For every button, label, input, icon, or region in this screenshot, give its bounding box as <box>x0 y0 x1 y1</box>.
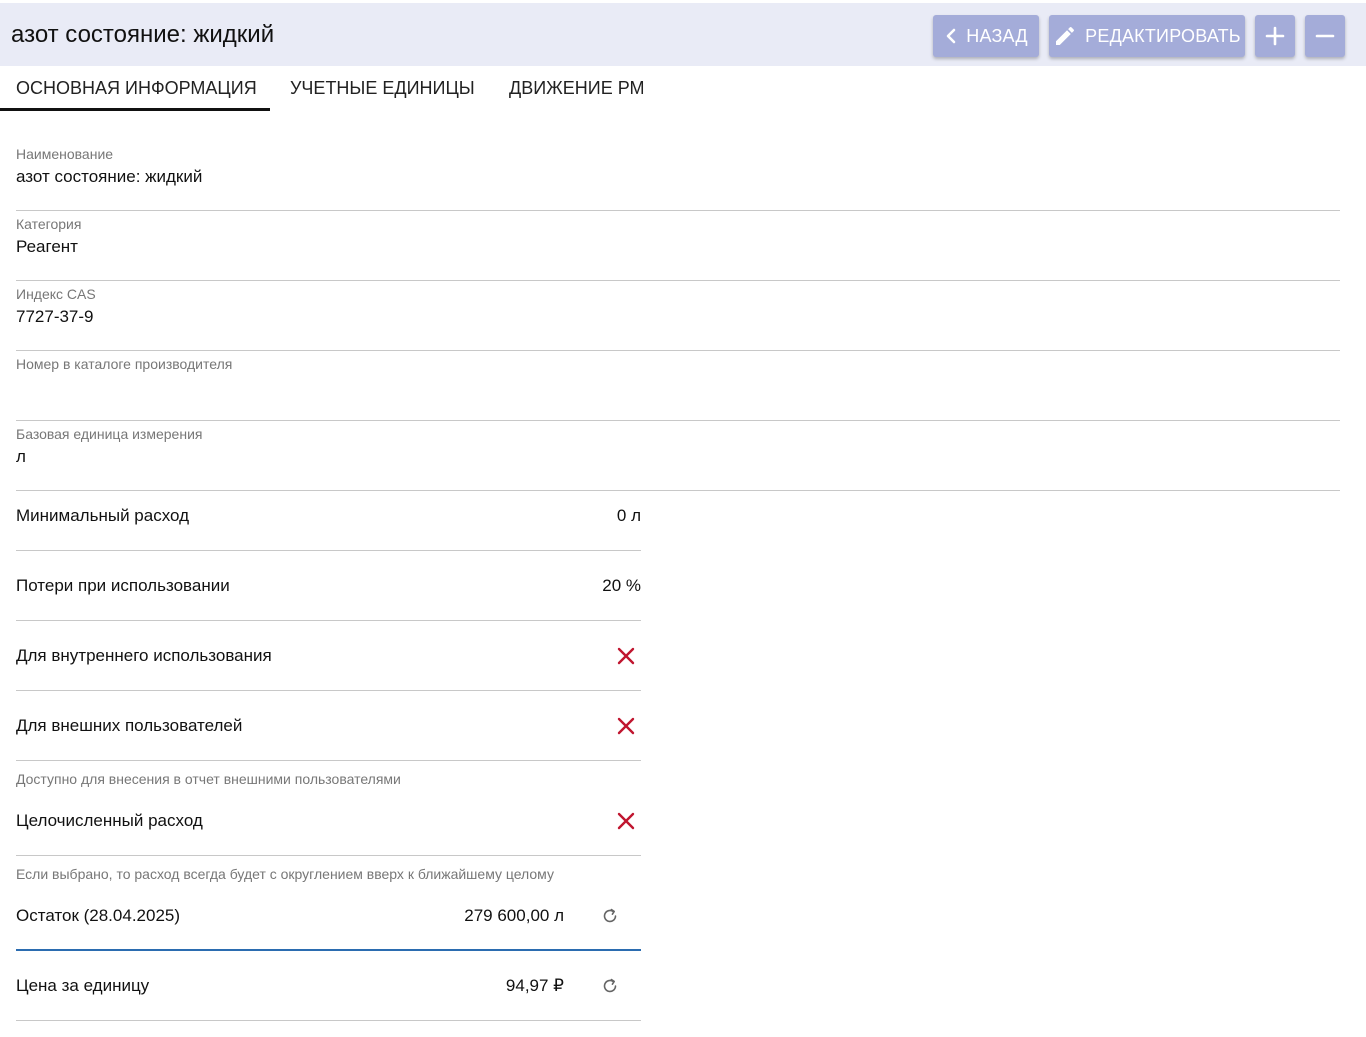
tab-accounting-units[interactable]: УЧЕТНЫЕ ЕДИНИЦЫ <box>290 78 475 99</box>
field-catalog-number: Номер в каталоге производителя <box>16 351 1340 421</box>
refresh-icon[interactable] <box>601 977 619 995</box>
field-catalog-number-label: Номер в каталоге производителя <box>16 356 233 372</box>
field-category-value: Реагент <box>16 237 78 256</box>
tab-movement[interactable]: ДВИЖЕНИЕ РМ <box>509 78 645 99</box>
page-title: азот состояние: жидкий <box>11 21 275 48</box>
unit-price-label: Цена за единицу <box>16 976 150 995</box>
field-base-unit-value: л <box>16 447 26 466</box>
field-cas: Индекс CAS 7727-37-9 <box>16 281 1340 351</box>
field-base-unit-label: Базовая единица измерения <box>16 426 203 442</box>
external-users-label: Для внешних пользователей <box>16 716 243 735</box>
plus-icon <box>1265 26 1285 46</box>
field-cas-label: Индекс CAS <box>16 286 96 302</box>
edit-button[interactable]: РЕДАКТИРОВАТЬ <box>1049 15 1245 57</box>
balance-value: 279 600,00 л <box>464 906 564 925</box>
field-name-value: азот состояние: жидкий <box>16 167 203 186</box>
row-unit-price: Цена за единицу 94,97 ₽ <box>16 951 641 1021</box>
internal-use-label: Для внутреннего использования <box>16 646 272 665</box>
refresh-icon[interactable] <box>601 907 619 925</box>
external-users-hint: Доступно для внесения в отчет внешними п… <box>16 771 401 787</box>
add-button[interactable] <box>1255 15 1295 57</box>
field-category-label: Категория <box>16 216 82 232</box>
integer-consumption-hint: Если выбрано, то расход всегда будет с о… <box>16 866 554 882</box>
chevron-left-icon <box>946 28 956 44</box>
row-internal-use: Для внутреннего использования <box>16 621 641 691</box>
row-balance: Остаток (28.04.2025) 279 600,00 л <box>16 881 641 951</box>
unit-price-value: 94,97 ₽ <box>505 976 564 995</box>
balance-label: Остаток (28.04.2025) <box>16 906 181 925</box>
back-button[interactable]: НАЗАД <box>933 15 1039 57</box>
usage-loss-value: 20 % <box>602 576 641 595</box>
back-button-label: НАЗАД <box>966 25 1028 46</box>
min-consumption-label: Минимальный расход <box>16 506 190 525</box>
pencil-icon <box>1056 26 1075 45</box>
min-consumption-value: 0 л <box>616 506 641 525</box>
field-cas-value: 7727-37-9 <box>16 307 94 326</box>
close-icon <box>617 717 635 735</box>
close-icon <box>617 647 635 665</box>
row-min-consumption: Минимальный расход 0 л <box>16 481 641 551</box>
row-integer-consumption: Целочисленный расход <box>16 786 641 856</box>
active-tab-indicator <box>0 108 270 111</box>
tab-main-info[interactable]: ОСНОВНАЯ ИНФОРМАЦИЯ <box>16 78 257 99</box>
row-external-users: Для внешних пользователей <box>16 691 641 761</box>
tab-bar: ОСНОВНАЯ ИНФОРМАЦИЯ УЧЕТНЫЕ ЕДИНИЦЫ ДВИЖ… <box>0 66 700 111</box>
edit-button-label: РЕДАКТИРОВАТЬ <box>1085 25 1241 46</box>
row-usage-loss: Потери при использовании 20 % <box>16 551 641 621</box>
minus-icon <box>1315 34 1335 38</box>
usage-loss-label: Потери при использовании <box>16 576 230 595</box>
page-header: азот состояние: жидкий НАЗАД РЕДАКТИРОВА… <box>0 3 1366 66</box>
remove-button[interactable] <box>1305 15 1345 57</box>
field-name-label: Наименование <box>16 146 114 162</box>
close-icon <box>617 812 635 830</box>
field-name: Наименование азот состояние: жидкий <box>16 141 1340 211</box>
integer-consumption-label: Целочисленный расход <box>16 811 203 830</box>
field-category: Категория Реагент <box>16 211 1340 281</box>
